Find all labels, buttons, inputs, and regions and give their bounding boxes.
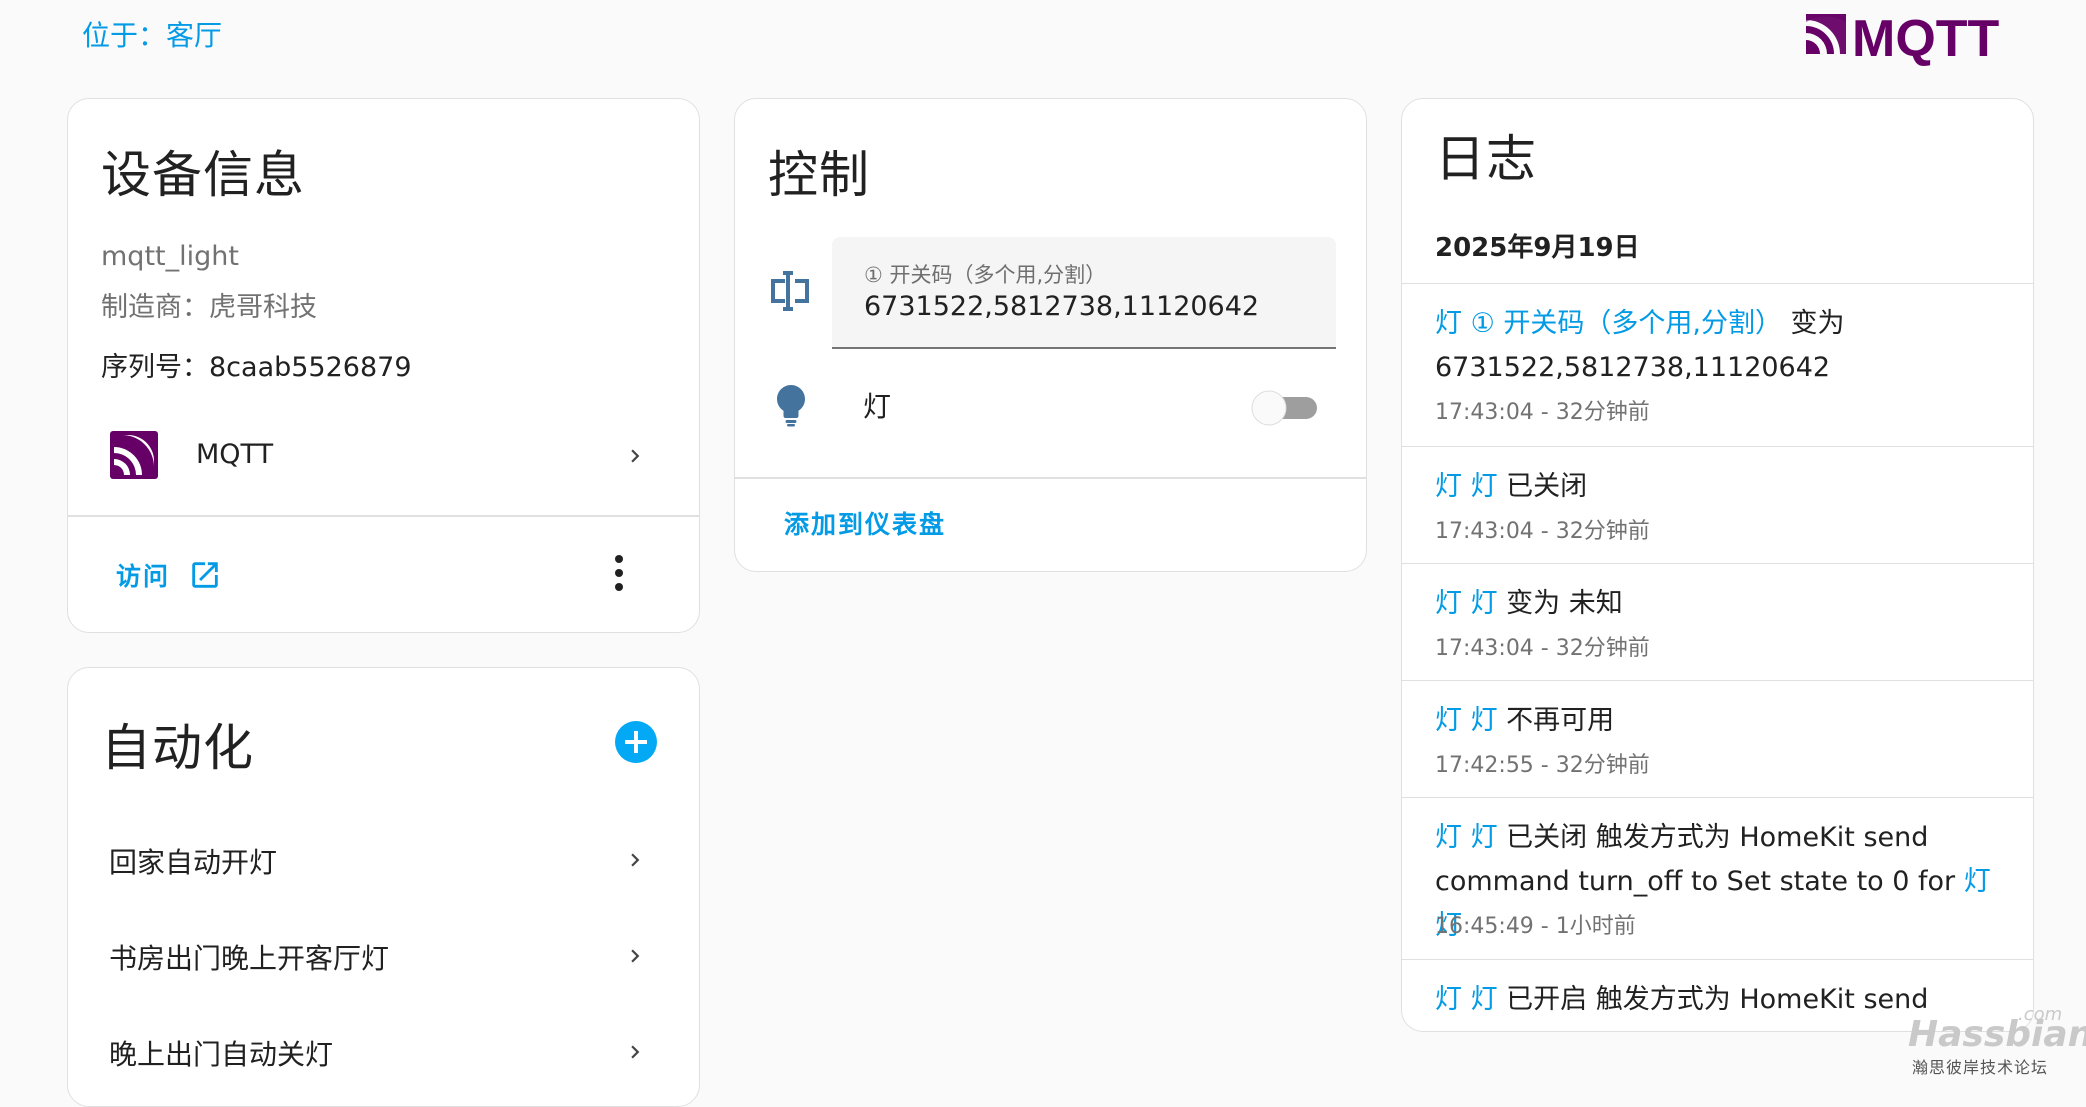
log-entry: 灯 灯 已关闭 触发方式为 HomeKit send command turn_… <box>1402 797 2033 959</box>
log-entity-link[interactable]: 灯 灯 <box>1435 471 1498 502</box>
log-message-text: 已关闭 <box>1497 471 1588 502</box>
log-message: 灯 灯 变为 未知 <box>1435 582 2003 626</box>
integration-label: MQTT <box>196 439 274 470</box>
log-message: 灯 灯 不再可用 <box>1435 699 2003 743</box>
logbook-date: 2025年9月19日 <box>1435 233 1640 263</box>
log-message-text: 已关闭 触发方式为 HomeKit send command turn_off … <box>1435 822 1964 897</box>
log-message: 灯 ① 开关码（多个用,分割） 变为 6731522,5812738,11120… <box>1435 302 2003 390</box>
integration-row[interactable]: MQTT <box>68 409 699 505</box>
device-manufacturer: 制造商：虎哥科技 <box>101 292 317 323</box>
automation-item[interactable]: 晚上出门自动关灯 <box>68 1007 699 1097</box>
light-toggle[interactable] <box>1249 387 1321 427</box>
automation-item[interactable]: 书房出门晚上开客厅灯 <box>68 911 699 1001</box>
chevron-right-icon <box>631 449 640 463</box>
logbook-title: 日志 <box>1435 130 1537 188</box>
light-label: 灯 <box>863 390 892 423</box>
switch-code-label: ① 开关码（多个用,分割） <box>864 263 1107 287</box>
log-entity-link[interactable]: 灯 灯 <box>1435 822 1498 853</box>
log-entry: 灯 灯 不再可用 17:42:55 - 32分钟前 <box>1402 680 2033 797</box>
log-time: 17:42:55 - 32分钟前 <box>1435 753 1650 778</box>
watermark-subtitle: 瀚思彼岸技术论坛 <box>1912 1058 2049 1077</box>
device-model: mqtt_light <box>101 241 239 272</box>
device-info-title: 设备信息 <box>101 146 305 204</box>
switch-code-input[interactable]: ① 开关码（多个用,分割） 6731522,5812738,11120642 <box>832 237 1336 349</box>
mqtt-icon <box>110 431 158 479</box>
logbook-card: 日志 2025年9月19日 灯 ① 开关码（多个用,分割） 变为 6731522… <box>1401 98 2034 1032</box>
log-entry: 灯 ① 开关码（多个用,分割） 变为 6731522,5812738,11120… <box>1402 283 2033 446</box>
control-title: 控制 <box>768 146 870 204</box>
log-message-text: 已开启 触发方式为 HomeKit send <box>1497 984 1929 1015</box>
card-divider <box>735 477 1366 479</box>
area-link[interactable]: 位于：客厅 <box>82 14 222 54</box>
automation-card: 自动化 回家自动开灯 书房出门晚上开客厅灯 晚上出门自动关灯 <box>67 667 700 1107</box>
watermark: Hassbian .com 瀚思彼岸技术论坛 <box>1908 1004 2086 1077</box>
chevron-right-icon <box>631 1045 640 1059</box>
add-to-dashboard-button[interactable]: 添加到仪表盘 <box>784 505 946 541</box>
automation-item-label: 回家自动开灯 <box>109 846 278 879</box>
log-entity-link[interactable]: 灯 灯 <box>1435 984 1498 1015</box>
log-entry: 灯 灯 变为 未知 17:43:04 - 32分钟前 <box>1402 563 2033 680</box>
log-entity-link[interactable]: 灯 ① 开关码（多个用,分割） <box>1435 308 1782 339</box>
watermark-domain: .com <box>2018 1004 2063 1025</box>
automation-item-label: 晚上出门自动关灯 <box>109 1038 334 1071</box>
chevron-right-icon <box>631 853 640 867</box>
open-in-new-icon[interactable] <box>188 558 222 592</box>
log-time: 16:45:49 - 1小时前 <box>1435 914 1636 939</box>
log-entry: 灯 灯 已关闭 17:43:04 - 32分钟前 <box>1402 446 2033 563</box>
svg-text:MQTT: MQTT <box>1852 10 2000 66</box>
chevron-right-icon <box>631 949 640 963</box>
more-options-icon[interactable] <box>604 551 634 595</box>
switch-code-value: 6731522,5812738,11120642 <box>864 291 1260 322</box>
lightbulb-icon[interactable] <box>775 383 807 427</box>
log-entity-link[interactable]: 灯 灯 <box>1435 705 1498 736</box>
log-time: 17:43:04 - 32分钟前 <box>1435 400 1650 425</box>
form-textbox-icon <box>771 271 809 311</box>
add-automation-button[interactable] <box>614 720 658 764</box>
log-time: 17:43:04 - 32分钟前 <box>1435 636 1650 661</box>
device-info-card: 设备信息 mqtt_light 制造商：虎哥科技 序列号：8caab552687… <box>67 98 700 633</box>
automation-title: 自动化 <box>101 719 254 777</box>
log-time: 17:43:04 - 32分钟前 <box>1435 519 1650 544</box>
automation-item[interactable]: 回家自动开灯 <box>68 815 699 905</box>
card-divider <box>68 515 699 517</box>
control-card: 控制 ① 开关码（多个用,分割） 6731522,5812738,1112064… <box>734 98 1367 572</box>
log-message-text: 不再可用 <box>1497 705 1615 736</box>
mqtt-logo: MQTT <box>1806 10 2000 66</box>
visit-button[interactable]: 访问 <box>116 557 170 593</box>
log-entity-link[interactable]: 灯 灯 <box>1435 588 1498 619</box>
log-message-text: 变为 未知 <box>1497 588 1623 619</box>
log-message: 灯 灯 已关闭 <box>1435 465 2003 509</box>
automation-item-label: 书房出门晚上开客厅灯 <box>109 942 390 975</box>
device-serial: 序列号：8caab5526879 <box>101 352 412 383</box>
